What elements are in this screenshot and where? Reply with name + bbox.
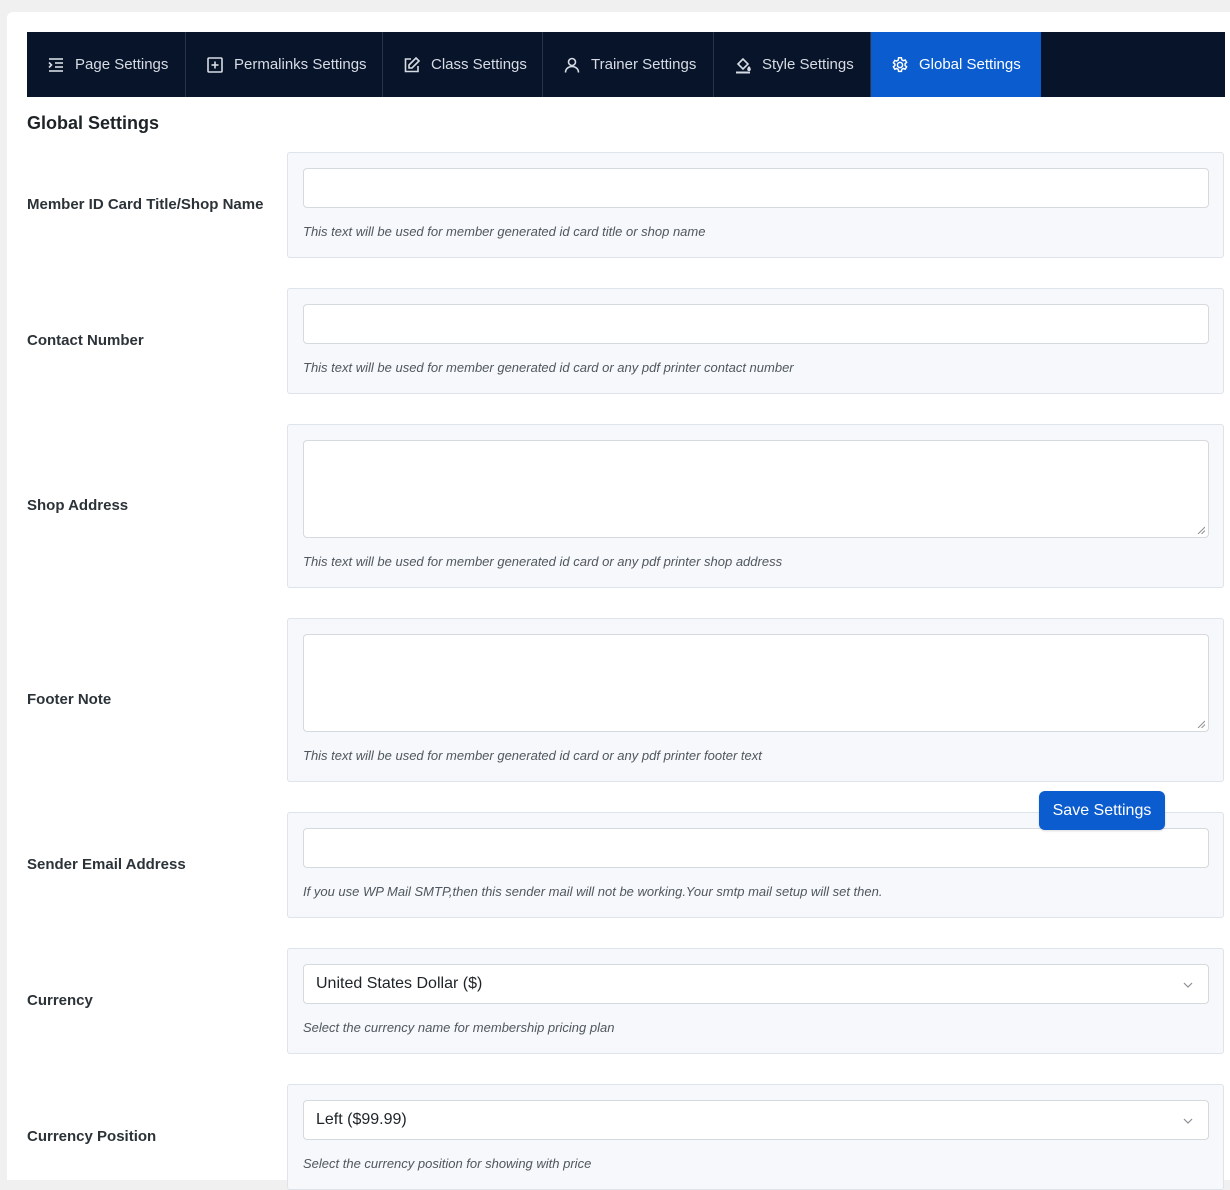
shop-address-textarea[interactable] xyxy=(303,440,1209,538)
resize-handle-icon[interactable] xyxy=(1197,526,1205,534)
sender-email-help: If you use WP Mail SMTP,then this sender… xyxy=(303,884,883,899)
currency-field-box: United States Dollar ($) Select the curr… xyxy=(287,948,1224,1054)
tab-label: Permalinks Settings xyxy=(234,56,367,73)
resize-handle-icon[interactable] xyxy=(1197,720,1205,728)
tab-label: Page Settings xyxy=(75,56,169,73)
currency-position-field-box: Left ($99.99) Select the currency positi… xyxy=(287,1084,1224,1190)
tab-page-settings[interactable]: Page Settings xyxy=(27,32,186,97)
currency-position-select[interactable]: Left ($99.99) xyxy=(303,1100,1209,1140)
contact-number-label: Contact Number xyxy=(27,332,144,349)
plus-square-icon xyxy=(207,56,223,73)
currency-position-selected-value: Left ($99.99) xyxy=(316,1111,407,1128)
contact-number-field-box: This text will be used for member genera… xyxy=(287,288,1224,394)
edit-icon xyxy=(404,56,421,72)
footer-note-textarea[interactable] xyxy=(303,634,1209,732)
sender-email-label: Sender Email Address xyxy=(27,856,186,873)
currency-selected-value: United States Dollar ($) xyxy=(316,975,483,992)
page-title: Global Settings xyxy=(27,113,160,133)
shop-name-label: Member ID Card Title/Shop Name xyxy=(27,196,264,213)
shop-address-help: This text will be used for member genera… xyxy=(303,554,783,569)
user-icon xyxy=(564,57,580,73)
shop-name-help: This text will be used for member genera… xyxy=(303,224,706,239)
shop-name-input[interactable] xyxy=(303,168,1209,208)
paint-bucket-icon xyxy=(736,57,751,73)
settings-tab-bar: Page Settings Permalinks Settings Class … xyxy=(27,32,1225,97)
footer-note-help: This text will be used for member genera… xyxy=(303,748,762,763)
tab-permalinks-settings[interactable]: Permalinks Settings xyxy=(186,32,383,97)
footer-note-label: Footer Note xyxy=(27,691,112,708)
contact-number-input[interactable] xyxy=(303,304,1209,344)
currency-position-label: Currency Position xyxy=(27,1128,157,1145)
shop-address-label: Shop Address xyxy=(27,497,129,514)
currency-help: Select the currency name for membership … xyxy=(303,1020,615,1035)
tab-label: Class Settings xyxy=(431,56,527,73)
tab-label: Trainer Settings xyxy=(591,56,697,73)
currency-position-help: Select the currency position for showing… xyxy=(303,1156,592,1171)
chevron-down-icon xyxy=(1183,982,1193,988)
tab-label: Style Settings xyxy=(762,56,854,73)
tab-label: Global Settings xyxy=(919,56,1021,73)
tab-trainer-settings[interactable]: Trainer Settings xyxy=(543,32,714,97)
contact-number-help: This text will be used for member genera… xyxy=(303,360,794,375)
list-indent-icon xyxy=(48,57,63,72)
chevron-down-icon xyxy=(1183,1118,1193,1124)
currency-select[interactable]: United States Dollar ($) xyxy=(303,964,1209,1004)
tab-global-settings[interactable]: Global Settings xyxy=(871,32,1041,97)
shop-name-field-box: This text will be used for member genera… xyxy=(287,152,1224,258)
currency-label: Currency xyxy=(27,992,93,1009)
footer-note-field-box: This text will be used for member genera… xyxy=(287,618,1224,782)
shop-address-field-box: This text will be used for member genera… xyxy=(287,424,1224,588)
save-settings-button[interactable]: Save Settings xyxy=(1039,791,1165,830)
gear-icon xyxy=(892,56,908,72)
sender-email-input[interactable] xyxy=(303,828,1209,868)
tab-style-settings[interactable]: Style Settings xyxy=(714,32,871,97)
tab-class-settings[interactable]: Class Settings xyxy=(383,32,543,97)
